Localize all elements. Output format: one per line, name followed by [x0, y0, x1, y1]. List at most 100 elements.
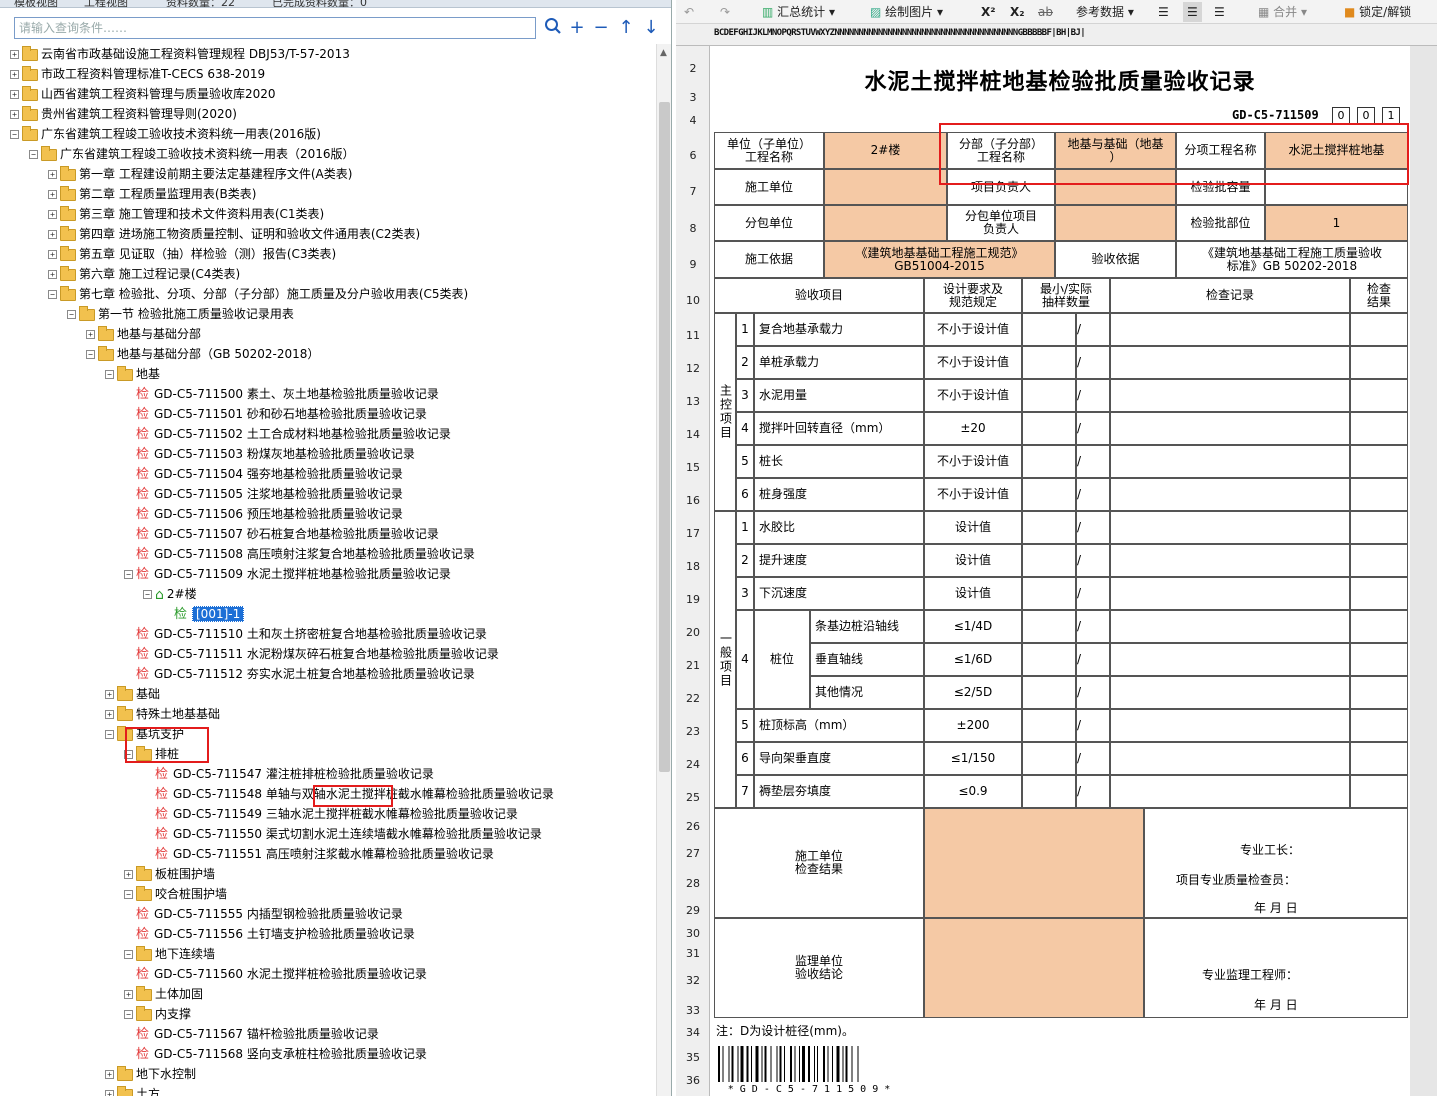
check-record-input[interactable]	[1110, 346, 1350, 379]
check-record-input[interactable]	[1110, 775, 1350, 808]
tree-node[interactable]: + 地下水控制	[105, 1064, 196, 1084]
tree-node[interactable]: + 地基与基础分部	[86, 324, 201, 344]
row-number[interactable]: 19	[676, 593, 710, 606]
collapse-icon[interactable]: −	[124, 950, 133, 959]
row-number[interactable]: 12	[676, 362, 710, 375]
merge-button[interactable]: ▦ 合并 ▾	[1258, 2, 1307, 22]
subcontract-unit-input[interactable]	[824, 205, 947, 241]
row-number[interactable]: 33	[676, 1004, 710, 1017]
add-icon[interactable]: +	[566, 17, 588, 39]
tree-scrollbar[interactable]: ▲	[656, 44, 671, 1096]
tab-template-view[interactable]: 模板视图	[14, 0, 58, 7]
expand-icon[interactable]: +	[124, 990, 133, 999]
tree-node[interactable]: + 土方	[105, 1084, 160, 1096]
tree-node[interactable]: − 检 GD-C5-711509 水泥土搅拌桩地基检验批质量验收记录	[124, 564, 451, 584]
row-number[interactable]: 28	[676, 877, 710, 890]
tree-node[interactable]: − 广东省建筑工程竣工验收技术资料统一用表（2016版）	[29, 144, 355, 164]
tree-node[interactable]: 检 GD-C5-711508 高压喷射注浆复合地基检验批质量验收记录	[124, 544, 475, 564]
check-result-input[interactable]	[1350, 610, 1408, 643]
row-number[interactable]: 31	[676, 947, 710, 960]
tree-node[interactable]: − 地基与基础分部（GB 50202-2018）	[86, 344, 319, 364]
sample-min-input[interactable]	[1022, 478, 1076, 511]
tree-node[interactable]: − 地下连续墙	[124, 944, 215, 964]
summary-button[interactable]: ▥ 汇总统计 ▾	[762, 2, 835, 22]
expand-icon[interactable]: +	[105, 710, 114, 719]
sample-min-input[interactable]	[1022, 775, 1076, 808]
expand-icon[interactable]: +	[86, 330, 95, 339]
move-up-icon[interactable]: ↑	[615, 17, 637, 39]
tree-node[interactable]: + 山西省建筑工程资料管理与质量验收库2020	[10, 84, 276, 104]
tree-node[interactable]: 检 GD-C5-711512 夯实水泥土桩复合地基检验批质量验收记录	[124, 664, 475, 684]
code-box-2[interactable]: 0	[1357, 107, 1375, 124]
row-number[interactable]: 29	[676, 904, 710, 917]
row-number[interactable]: 11	[676, 329, 710, 342]
sample-min-input[interactable]	[1022, 643, 1076, 676]
tree-node[interactable]: − 第一节 检验批施工质量验收记录用表	[67, 304, 294, 324]
check-record-input[interactable]	[1110, 577, 1350, 610]
tree-node[interactable]: 检 GD-C5-711556 土钉墙支护检验批质量验收记录	[124, 924, 415, 944]
align-left-icon[interactable]: ☰	[1158, 2, 1169, 22]
construction-basis-value[interactable]: 《建筑地基基础工程施工规范》 GB51004-2015	[824, 241, 1055, 278]
check-record-input[interactable]	[1110, 610, 1350, 643]
unit-name-value[interactable]: 2#楼	[824, 132, 947, 169]
expand-icon[interactable]: +	[10, 50, 19, 59]
collapse-icon[interactable]: −	[124, 570, 133, 579]
check-result-input[interactable]	[1350, 775, 1408, 808]
expand-icon[interactable]: +	[48, 230, 57, 239]
sample-min-input[interactable]	[1022, 610, 1076, 643]
collapse-icon[interactable]: −	[105, 370, 114, 379]
collapse-icon[interactable]: −	[48, 290, 57, 299]
tree-node[interactable]: − 咬合桩围护墙	[124, 884, 227, 904]
undo-icon[interactable]: ↶	[684, 2, 694, 22]
expand-icon[interactable]: +	[105, 690, 114, 699]
tree-node[interactable]: − 地基	[105, 364, 160, 384]
tree-node[interactable]: 检 GD-C5-711551 高压喷射注浆截水帷幕检验批质量验收记录	[143, 844, 494, 864]
tree-node[interactable]: 检 GD-C5-711547 灌注桩排桩检验批质量验收记录	[143, 764, 434, 784]
lock-button[interactable]: ■ 锁定/解锁	[1344, 2, 1411, 22]
row-number[interactable]: 16	[676, 494, 710, 507]
tree-node[interactable]: + 特殊土地基基础	[105, 704, 220, 724]
code-box-3[interactable]: 1	[1382, 107, 1400, 124]
collapse-icon[interactable]: −	[10, 130, 19, 139]
expand-icon[interactable]: +	[124, 870, 133, 879]
check-record-input[interactable]	[1110, 478, 1350, 511]
check-result-input[interactable]	[1350, 346, 1408, 379]
tree-node[interactable]: + 第六章 施工过程记录(C4类表)	[48, 264, 240, 284]
tree-node[interactable]: 检 GD-C5-711500 素土、灰土地基检验批质量验收记录	[124, 384, 439, 404]
collapse-icon[interactable]: −	[67, 310, 76, 319]
tree-node[interactable]: 检 GD-C5-711550 渠式切割水泥土连续墙截水帷幕检验批质量验收记录	[143, 824, 542, 844]
row-number[interactable]: 10	[676, 294, 710, 307]
tree-node[interactable]: 检 GD-C5-711511 水泥粉煤灰碎石桩复合地基检验批质量验收记录	[124, 644, 499, 664]
tree-node[interactable]: + 第一章 工程建设前期主要法定基建程序文件(A类表)	[48, 164, 352, 184]
check-record-input[interactable]	[1110, 742, 1350, 775]
tree-node[interactable]: + 土体加固	[124, 984, 203, 1004]
row-number[interactable]: 21	[676, 659, 710, 672]
check-record-input[interactable]	[1110, 412, 1350, 445]
tree-node[interactable]: 检 GD-C5-711567 锚杆检验批质量验收记录	[124, 1024, 379, 1044]
sample-min-input[interactable]	[1022, 511, 1076, 544]
subscript-button[interactable]: X₂	[1010, 2, 1025, 22]
tree-node[interactable]: 检 GD-C5-711502 土工合成材料地基检验批质量验收记录	[124, 424, 451, 444]
tree-node[interactable]: − ⌂ 2#楼	[143, 584, 197, 604]
tree-node[interactable]: − 内支撑	[124, 1004, 191, 1024]
sample-min-input[interactable]	[1022, 412, 1076, 445]
row-number[interactable]: 26	[676, 820, 710, 833]
expand-icon[interactable]: +	[48, 170, 57, 179]
row-number[interactable]: 32	[676, 974, 710, 987]
scrollbar-thumb[interactable]	[659, 102, 670, 772]
tree-node[interactable]: 检 GD-C5-711549 三轴水泥土搅拌桩截水帷幕检验批质量验收记录	[143, 804, 518, 824]
sample-min-input[interactable]	[1022, 379, 1076, 412]
tree-node[interactable]: + 板桩围护墙	[124, 864, 215, 884]
draw-image-button[interactable]: ▨ 绘制图片 ▾	[870, 2, 943, 22]
tree-node[interactable]: + 贵州省建筑工程资料管理导则(2020)	[10, 104, 237, 124]
expand-icon[interactable]: +	[105, 1070, 114, 1079]
code-box-1[interactable]: 0	[1332, 107, 1350, 124]
tree-node[interactable]: 检 GD-C5-711501 砂和砂石地基检验批质量验收记录	[124, 404, 427, 424]
check-result-input[interactable]	[1350, 412, 1408, 445]
check-record-input[interactable]	[1110, 445, 1350, 478]
tree-node[interactable]: − 广东省建筑工程竣工验收技术资料统一用表(2016版)	[10, 124, 321, 144]
sample-min-input[interactable]	[1022, 445, 1076, 478]
collapse-icon[interactable]: −	[124, 1010, 133, 1019]
row-number[interactable]: 9	[676, 258, 710, 271]
row-number[interactable]: 30	[676, 927, 710, 940]
